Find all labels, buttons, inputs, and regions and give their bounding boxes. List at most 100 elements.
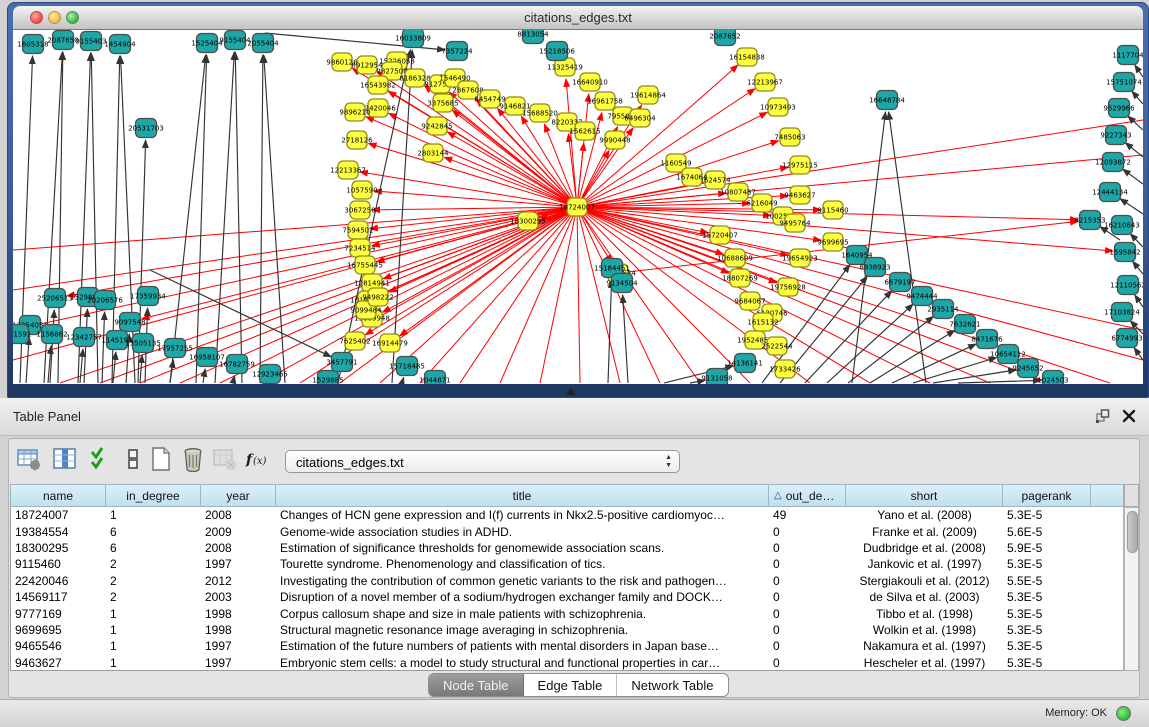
- cell-short[interactable]: Dudbridge et al. (2008): [846, 541, 1003, 555]
- graph-edge[interactable]: [203, 369, 205, 383]
- show-columns-icon[interactable]: [52, 446, 82, 476]
- graph-node[interactable]: 1117704: [1112, 46, 1143, 65]
- graph-node[interactable]: 1454904: [104, 35, 136, 54]
- cell-out_de[interactable]: 0: [769, 541, 846, 555]
- table-row[interactable]: 911546021997Tourette syndrome. Phenomeno…: [11, 556, 1123, 572]
- graph-node[interactable]: 9699695: [817, 233, 848, 251]
- graph-node[interactable]: 17957255: [157, 339, 193, 358]
- graph-edge[interactable]: [102, 312, 105, 383]
- graph-edge[interactable]: [848, 316, 934, 383]
- cell-short[interactable]: Stergiakouli et al. (2012): [846, 574, 1003, 588]
- graph-edge[interactable]: [140, 355, 142, 383]
- graph-node[interactable]: 7357224: [441, 42, 473, 61]
- import-table-icon[interactable]: [212, 446, 242, 476]
- tab-node-table[interactable]: Node Table: [429, 674, 524, 696]
- cell-short[interactable]: Jankovic et al. (1997): [846, 557, 1003, 571]
- cell-in_degree[interactable]: 1: [106, 623, 201, 637]
- cell-out_de[interactable]: 0: [769, 525, 846, 539]
- graph-node[interactable]: 9990448: [599, 131, 630, 149]
- cell-in_degree[interactable]: 2: [106, 590, 201, 604]
- graph-edge[interactable]: [1125, 143, 1143, 157]
- graph-node[interactable]: 15718485: [389, 357, 425, 376]
- graph-node[interactable]: 16154838: [729, 48, 765, 66]
- graph-node[interactable]: 12444134: [1092, 183, 1128, 202]
- graph-node[interactable]: 1605318: [17, 35, 48, 54]
- graph-node[interactable]: 18807269: [722, 269, 758, 287]
- table-row[interactable]: 2242004622012Investigating the contribut…: [11, 573, 1123, 589]
- graph-node[interactable]: 15751074: [1106, 73, 1142, 92]
- cell-short[interactable]: Yano et al. (2008): [846, 508, 1003, 522]
- graph-edge[interactable]: [1133, 261, 1143, 274]
- table-row[interactable]: 969969511998Structural magnetic resonanc…: [11, 622, 1123, 638]
- cell-out_de[interactable]: 0: [769, 574, 846, 588]
- cell-year[interactable]: 1998: [201, 623, 276, 637]
- graph-node[interactable]: 10688609: [717, 249, 753, 267]
- cell-name[interactable]: 9463627: [11, 656, 106, 670]
- graph-edge[interactable]: [566, 79, 577, 207]
- graph-node[interactable]: 9131058: [701, 369, 732, 385]
- cell-year[interactable]: 1998: [201, 607, 276, 621]
- cell-year[interactable]: 1997: [201, 656, 276, 670]
- graph-node[interactable]: 2087652: [709, 30, 740, 46]
- cell-short[interactable]: de Silva et al. (2003): [846, 590, 1003, 604]
- graph-node[interactable]: 19614864: [630, 86, 666, 104]
- graph-node[interactable]: 12213967: [747, 73, 783, 91]
- column-header-short[interactable]: short: [846, 485, 1003, 506]
- column-header-title[interactable]: title: [276, 485, 769, 506]
- table-row[interactable]: 946362711997Embryonic stem cells: a mode…: [11, 655, 1123, 671]
- table-row[interactable]: 1456911722003Disruption of a novel membe…: [11, 589, 1123, 605]
- cell-pagerank[interactable]: 5.5E-5: [1003, 574, 1091, 588]
- graph-edge[interactable]: [577, 207, 620, 383]
- cell-pagerank[interactable]: 5.3E-5: [1003, 639, 1091, 653]
- graph-edge[interactable]: [623, 295, 628, 383]
- graph-edge[interactable]: [1132, 91, 1143, 104]
- graph-edge[interactable]: [235, 52, 242, 383]
- graph-node[interactable]: 9463627: [784, 186, 815, 204]
- graph-edge[interactable]: [1123, 169, 1143, 184]
- graph-node[interactable]: 2718126: [341, 131, 373, 149]
- cell-out_de[interactable]: 0: [769, 656, 846, 670]
- graph-edge[interactable]: [260, 207, 577, 383]
- cell-short[interactable]: Franke et al. (2009): [846, 525, 1003, 539]
- graph-node[interactable]: 16640910: [572, 73, 608, 91]
- graph-node[interactable]: 1024503: [1037, 371, 1068, 385]
- cell-short[interactable]: Nakamura et al. (1997): [846, 639, 1003, 653]
- cell-year[interactable]: 2008: [201, 541, 276, 555]
- cell-title[interactable]: Corpus callosum shape and size in male p…: [276, 607, 769, 621]
- cell-short[interactable]: Wolkin et al. (1998): [846, 623, 1003, 637]
- graph-node[interactable]: 1057590: [346, 181, 377, 199]
- graph-edge[interactable]: [26, 337, 29, 383]
- close-panel-icon[interactable]: [1121, 408, 1137, 424]
- cell-title[interactable]: Disruption of a novel member of a sodium…: [276, 590, 769, 604]
- cell-pagerank[interactable]: 5.6E-5: [1003, 525, 1091, 539]
- graph-node[interactable]: 14136141: [727, 354, 763, 373]
- selection-mode-icon[interactable]: [120, 446, 150, 476]
- table-row[interactable]: 946554611997Estimation of the future num…: [11, 638, 1123, 654]
- graph-node[interactable]: 3457791: [326, 353, 357, 372]
- graph-node[interactable]: 1595842: [1109, 243, 1140, 262]
- new-table-icon[interactable]: [148, 446, 178, 476]
- graph-edge[interactable]: [1135, 295, 1143, 307]
- graph-node[interactable]: 9097548: [114, 313, 145, 332]
- graph-edge[interactable]: [368, 143, 577, 207]
- tab-network-table[interactable]: Network Table: [617, 674, 727, 696]
- cell-pagerank[interactable]: 5.3E-5: [1003, 607, 1091, 621]
- row-selection-checks-icon[interactable]: [88, 446, 118, 476]
- graph-node[interactable]: 16648784: [869, 91, 905, 110]
- graph-node[interactable]: 7594502: [342, 221, 373, 239]
- table-row[interactable]: 1938455462009Genome-wide association stu…: [11, 523, 1123, 539]
- column-header-year[interactable]: year: [201, 485, 276, 506]
- graph-edge[interactable]: [577, 207, 1110, 383]
- window-titlebar[interactable]: citations_edges.txt: [13, 6, 1143, 30]
- cell-pagerank[interactable]: 5.3E-5: [1003, 656, 1091, 670]
- graph-node[interactable]: 25206513: [37, 289, 73, 308]
- cell-year[interactable]: 2012: [201, 574, 276, 588]
- cell-out_de[interactable]: 0: [769, 590, 846, 604]
- cell-name[interactable]: 14569117: [11, 590, 106, 604]
- cell-title[interactable]: Estimation of significance thresholds fo…: [276, 541, 769, 555]
- graph-node[interactable]: 17359934: [130, 287, 166, 306]
- cell-name[interactable]: 9777169: [11, 607, 106, 621]
- graph-edge[interactable]: [958, 380, 1041, 383]
- graph-node[interactable]: 9155403: [75, 32, 106, 51]
- graph-edge[interactable]: [540, 207, 577, 383]
